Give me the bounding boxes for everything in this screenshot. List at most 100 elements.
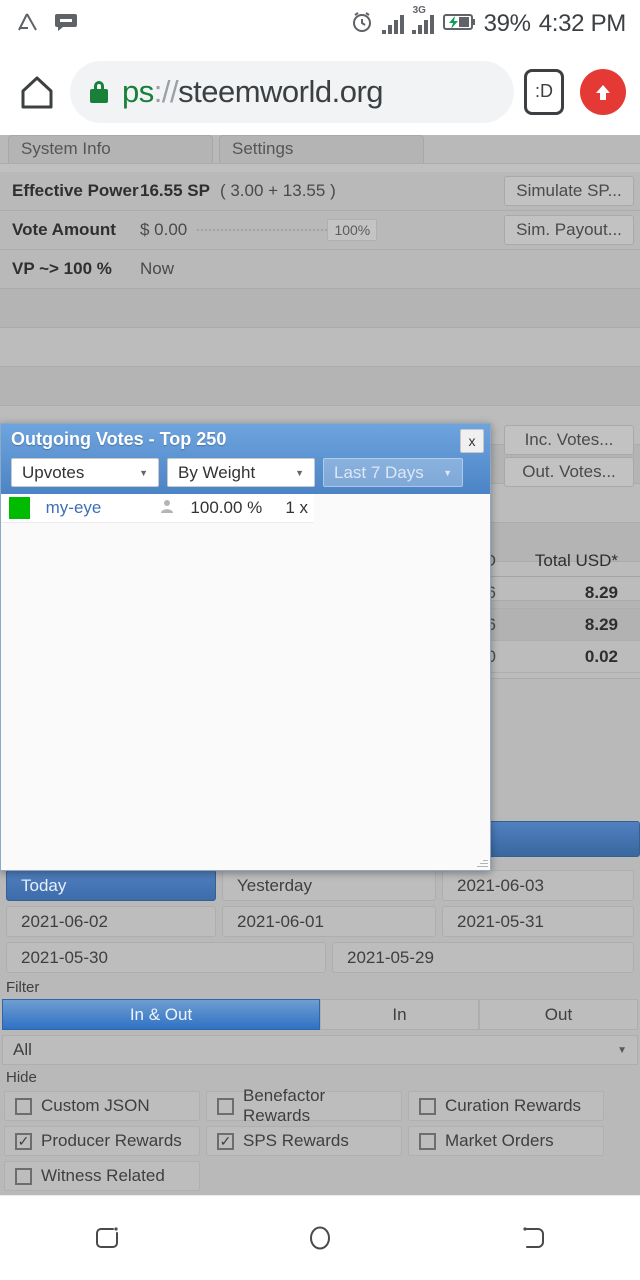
back-icon[interactable] xyxy=(497,1208,569,1268)
alarm-icon xyxy=(350,10,374,39)
checkbox-custom-json[interactable]: Custom JSON xyxy=(4,1091,200,1121)
simulate-sp-button[interactable]: Simulate SP... xyxy=(504,176,634,206)
page-tabs: System Info Settings xyxy=(0,135,640,163)
filter-out[interactable]: Out xyxy=(479,999,638,1030)
tab-settings[interactable]: Settings xyxy=(219,135,424,163)
android-status-bar: 3G 39% 4:32 PM xyxy=(0,0,640,48)
home-icon[interactable] xyxy=(14,69,60,115)
browser-toolbar: ps://steemworld.org :D xyxy=(0,48,640,135)
row-voting-power: VP ~> 100 % Now xyxy=(0,250,640,289)
vote-type-select[interactable]: Upvotes ▼ xyxy=(11,458,159,487)
android-nav-bar xyxy=(0,1195,640,1280)
dialog-body: my-eye 100.00 % 1 x xyxy=(1,494,490,870)
face-icon[interactable]: :D xyxy=(524,68,564,115)
date-cell[interactable]: 2021-05-31 xyxy=(442,906,634,937)
upload-arrow-icon[interactable] xyxy=(580,68,626,115)
checkbox-benefactor-rewards[interactable]: Benefactor Rewards xyxy=(206,1086,402,1125)
filter-type-value: All xyxy=(13,1040,32,1059)
signal-bars-icon-1 xyxy=(381,14,404,34)
vp-label: VP ~> 100 % xyxy=(12,259,112,278)
battery-charging-icon xyxy=(442,12,476,37)
filter-in-and-out[interactable]: In & Out xyxy=(2,999,320,1030)
home-circle-icon[interactable] xyxy=(284,1208,356,1268)
filter-type-select[interactable]: All ▼ xyxy=(2,1035,638,1065)
checkbox-producer-rewards[interactable]: ✓ Producer Rewards xyxy=(4,1126,200,1156)
filter-label: Filter xyxy=(6,979,40,996)
vote-weight-slider[interactable]: 100% xyxy=(197,219,378,241)
message-icon xyxy=(54,12,78,37)
close-icon[interactable]: x xyxy=(460,429,484,453)
placeholder-row xyxy=(0,289,640,328)
vote-list-item[interactable]: my-eye 100.00 % 1 x xyxy=(1,494,314,523)
network-type-label: 3G xyxy=(412,5,426,16)
filter-in[interactable]: In xyxy=(320,999,479,1030)
hide-options-grid: Custom JSON Benefactor Rewards Curation … xyxy=(0,1086,640,1191)
effective-power-label: Effective Power xyxy=(12,181,139,200)
date-cell[interactable]: 2021-05-29 xyxy=(332,942,634,973)
sim-payout-button[interactable]: Sim. Payout... xyxy=(504,215,634,245)
cell-total-usd: 8.29 xyxy=(584,614,618,634)
date-row: 2021-05-30 2021-05-29 xyxy=(6,942,634,973)
checkbox-box[interactable] xyxy=(15,1097,32,1115)
checkbox-box[interactable]: ✓ xyxy=(217,1132,234,1150)
tabs-divider xyxy=(0,163,640,172)
checkbox-box[interactable] xyxy=(217,1097,234,1115)
date-cell-yesterday[interactable]: Yesterday xyxy=(222,870,436,901)
url-scheme: ps xyxy=(122,73,154,109)
checkbox-curation-rewards[interactable]: Curation Rewards xyxy=(408,1091,604,1121)
hide-options-row: Custom JSON Benefactor Rewards Curation … xyxy=(4,1086,636,1125)
chevron-down-icon: ▼ xyxy=(443,467,452,478)
cell-total-usd: 0.02 xyxy=(584,646,618,666)
lock-icon xyxy=(90,80,108,103)
signal-bars-icon-2: 3G xyxy=(411,5,434,34)
checkbox-label: Benefactor Rewards xyxy=(243,1086,326,1125)
chevron-down-icon: ▼ xyxy=(617,1044,627,1056)
checkbox-box[interactable] xyxy=(419,1097,436,1115)
status-left-icons xyxy=(14,11,78,38)
checkbox-label: Witness Related xyxy=(41,1166,165,1185)
checkbox-sps-rewards[interactable]: ✓ SPS Rewards xyxy=(206,1126,402,1156)
person-icon xyxy=(149,498,185,519)
url-text: ps://steemworld.org xyxy=(122,73,384,110)
address-bar[interactable]: ps://steemworld.org xyxy=(70,60,514,123)
date-cell-today[interactable]: Today xyxy=(6,870,216,901)
vote-amount-label: Vote Amount xyxy=(12,220,116,239)
date-selector-grid: Today Yesterday 2021-06-03 2021-06-02 20… xyxy=(0,870,640,978)
dialog-filters: Upvotes ▼ By Weight ▼ Last 7 Days ▼ xyxy=(11,458,484,487)
checkbox-box[interactable] xyxy=(419,1132,436,1150)
vote-type-value: Upvotes xyxy=(22,462,85,482)
drive-triangle-icon xyxy=(14,11,40,38)
date-cell[interactable]: 2021-06-03 xyxy=(442,870,634,901)
checkbox-witness-related[interactable]: Witness Related xyxy=(4,1161,200,1191)
checkbox-label: Producer Rewards xyxy=(41,1131,182,1150)
vp-value: Now xyxy=(140,259,175,278)
placeholder-row xyxy=(0,328,640,367)
row-vote-amount: Vote Amount $ 0.00 100% Sim. Payout... xyxy=(0,211,640,250)
chevron-down-icon: ▼ xyxy=(139,467,148,478)
url-host: steemworld.org xyxy=(178,73,384,109)
period-select: Last 7 Days ▼ xyxy=(323,458,463,487)
out-votes-button[interactable]: Out. Votes... xyxy=(504,457,634,487)
tab-system-info[interactable]: System Info xyxy=(8,135,213,163)
slider-knob-label[interactable]: 100% xyxy=(327,219,378,241)
date-cell[interactable]: 2021-06-01 xyxy=(222,906,436,937)
date-row: 2021-06-02 2021-06-01 2021-05-31 xyxy=(6,906,634,937)
vote-amount-dollars: $ 0.00 xyxy=(140,220,188,239)
column-header-total-usd: Total USD* xyxy=(534,550,618,570)
date-cell[interactable]: 2021-06-02 xyxy=(6,906,216,937)
checkbox-market-orders[interactable]: Market Orders xyxy=(408,1126,604,1156)
vote-amount-value: $ 0.00 100% xyxy=(140,219,504,241)
effective-power-breakdown: ( 3.00 + 13.55 ) xyxy=(219,181,336,200)
checkbox-label: Market Orders xyxy=(445,1131,554,1150)
date-cell[interactable]: 2021-05-30 xyxy=(6,942,326,973)
checkbox-box[interactable] xyxy=(15,1167,32,1185)
checkbox-box[interactable]: ✓ xyxy=(15,1132,32,1150)
dialog-header: Outgoing Votes - Top 250 x Upvotes ▼ By … xyxy=(1,424,490,494)
dialog-title: Outgoing Votes - Top 250 xyxy=(11,429,227,449)
sort-value: By Weight xyxy=(178,462,256,482)
inc-votes-button[interactable]: Inc. Votes... xyxy=(504,425,634,455)
vote-account-name[interactable]: my-eye xyxy=(46,498,149,518)
sort-select[interactable]: By Weight ▼ xyxy=(167,458,315,487)
dialog-resize-handle[interactable] xyxy=(476,856,488,868)
recents-square-icon[interactable] xyxy=(71,1208,143,1268)
